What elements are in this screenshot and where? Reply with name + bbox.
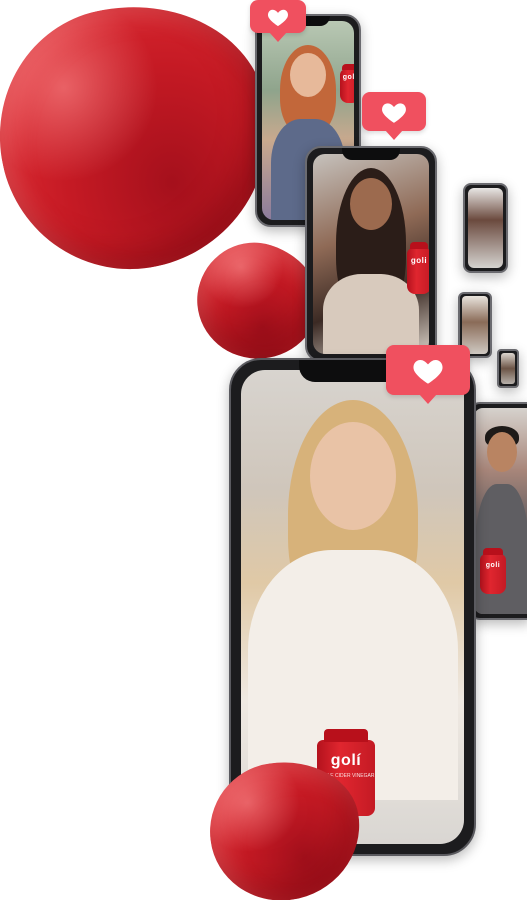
phone-right-screen: goli bbox=[474, 408, 527, 614]
heart-icon bbox=[413, 359, 443, 384]
phone-notch bbox=[342, 148, 400, 160]
like-bubble bbox=[362, 92, 426, 131]
phone-second: goli bbox=[305, 146, 437, 362]
bottle-label: golí bbox=[330, 752, 362, 769]
like-bubble bbox=[250, 0, 306, 33]
goli-bottle-small: goli bbox=[480, 548, 506, 594]
phone-second-screen: goli bbox=[313, 154, 429, 354]
collage-stage: goli goli bbox=[0, 0, 527, 900]
phone-small-3-screen bbox=[501, 353, 515, 384]
phone-small-1 bbox=[463, 183, 508, 273]
phone-small-1-screen bbox=[468, 188, 503, 268]
phone-small-3 bbox=[497, 349, 519, 388]
bottle-label: goli bbox=[485, 562, 501, 569]
goli-bottle-small: goli bbox=[407, 241, 429, 294]
bottle-label: goli bbox=[342, 74, 354, 81]
heart-icon bbox=[267, 9, 289, 26]
person-dark-hair bbox=[321, 164, 421, 354]
heart-icon bbox=[382, 102, 406, 123]
phone-right: goli bbox=[468, 402, 527, 620]
goli-bottle-small: goli bbox=[340, 64, 354, 103]
bottle-label: goli bbox=[410, 256, 428, 265]
like-bubble bbox=[386, 345, 470, 395]
